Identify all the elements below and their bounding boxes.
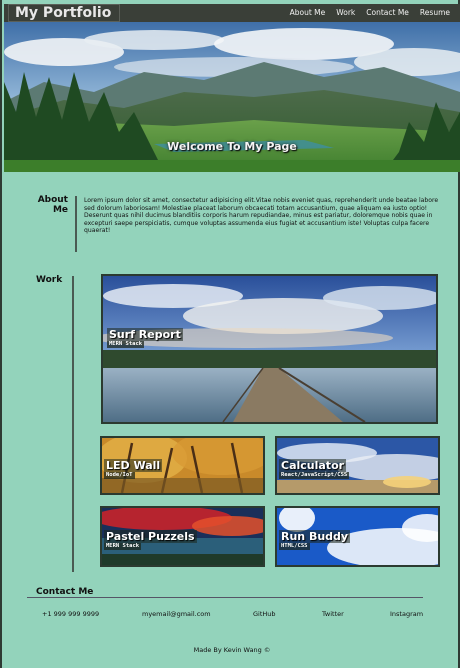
surf-report-image (103, 276, 436, 422)
project-tags: MERN Stack (107, 341, 145, 348)
project-title: Pastel Puzzels (104, 530, 197, 543)
contact-twitter-link[interactable]: Twitter (322, 610, 344, 618)
project-tags: HTML/CSS (279, 543, 310, 550)
contact-email[interactable]: myemail@gmail.com (142, 610, 211, 618)
about-divider (75, 196, 77, 252)
project-title: Run Buddy (279, 530, 351, 543)
project-tags: React/JavaScript/CSS (279, 472, 350, 479)
contact-github-link[interactable]: GitHub (253, 610, 276, 618)
contact-divider (27, 597, 423, 598)
contact-row: +1 999 999 9999 myemail@gmail.com GitHub… (2, 610, 460, 620)
nav-work[interactable]: Work (336, 4, 355, 22)
project-card-run-buddy[interactable]: Run Buddy HTML/CSS (275, 506, 440, 567)
about-text: Lorem ipsum dolor sit amet, consectetur … (84, 197, 439, 235)
nav-about-me[interactable]: About Me (290, 4, 326, 22)
brand-logo[interactable]: My Portfolio (8, 4, 120, 22)
hero-title: Welcome To My Page (167, 140, 297, 153)
work-divider (72, 276, 74, 572)
work-heading: Work (36, 275, 63, 285)
nav-links: About Me Work Contact Me Resume (290, 4, 450, 22)
contact-heading: Contact Me (36, 587, 94, 597)
project-title: LED Wall (104, 459, 163, 472)
nav-contact-me[interactable]: Contact Me (366, 4, 409, 22)
project-tags: Node/IoT (104, 472, 135, 479)
project-title: Surf Report (107, 328, 183, 341)
hero-banner: Welcome To My Page (4, 22, 460, 172)
project-tags: MERN Stack (104, 543, 142, 550)
contact-instagram-link[interactable]: Instagram (390, 610, 423, 618)
about-heading: About Me (37, 195, 68, 215)
project-card-pastel-puzzels[interactable]: Pastel Puzzels MERN Stack (100, 506, 265, 567)
project-card-surf-report[interactable]: Surf Report MERN Stack (101, 274, 438, 424)
top-navbar: My Portfolio About Me Work Contact Me Re… (4, 4, 460, 22)
contact-phone[interactable]: +1 999 999 9999 (42, 610, 99, 618)
footer-credit: Made By Kevin Wang © (193, 646, 271, 654)
nav-resume[interactable]: Resume (420, 4, 450, 22)
project-title: Calculator (279, 459, 347, 472)
project-card-led-wall[interactable]: LED Wall Node/IoT (100, 436, 265, 495)
project-card-calculator[interactable]: Calculator React/JavaScript/CSS (275, 436, 440, 495)
page: My Portfolio About Me Work Contact Me Re… (0, 0, 460, 668)
